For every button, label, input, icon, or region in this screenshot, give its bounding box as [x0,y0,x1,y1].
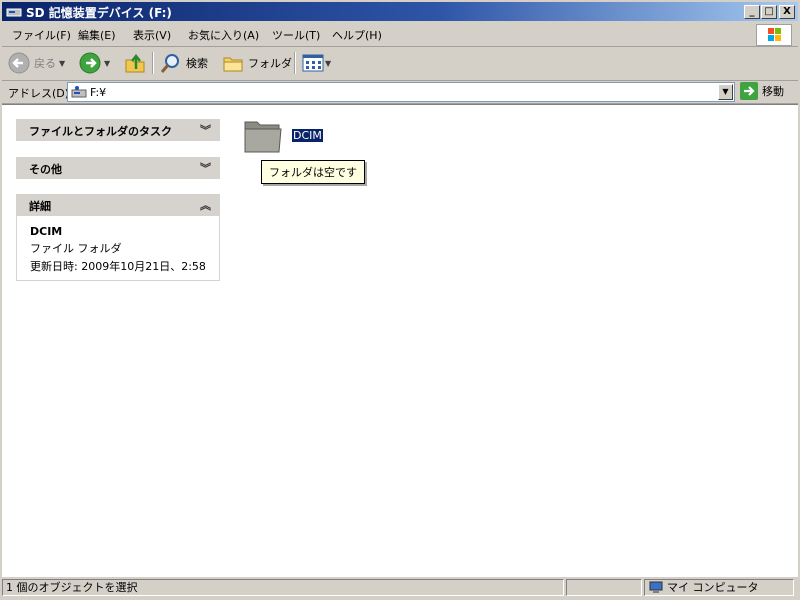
chevron-down-icon[interactable]: ︾ [200,122,211,138]
details-panel-title: 詳細 [29,200,51,213]
folder-item-dcim[interactable]: DCIM [242,116,332,158]
forward-button[interactable]: ▼ [79,51,110,75]
go-label: 移動 [762,85,784,98]
title-bar[interactable]: SD 記憶装置デバイス (F:) _ □ X [2,2,798,21]
view-grid-icon [302,54,324,72]
folder-up-icon [125,53,145,73]
other-panel-header[interactable]: その他 ︾ [16,157,220,179]
status-cell-empty [566,579,642,596]
computer-icon [649,581,663,593]
back-label: 戻る [34,57,56,70]
maximize-button[interactable]: □ [761,5,777,19]
folder-tooltip: フォルダは空です [261,160,365,184]
search-label: 検索 [186,57,208,70]
close-button[interactable]: X [779,5,795,19]
details-panel-body: DCIM ファイル フォルダ 更新日時: 2009年10月21日、2:58 [16,216,220,281]
menu-view[interactable]: 表示(V) [133,27,171,43]
menu-edit[interactable]: 編集(E) [78,27,116,43]
search-button[interactable]: 検索 [160,51,208,75]
back-arrow-icon [8,52,30,74]
toolbar: 戻る ▼ ▼ 検索 フォルダ ▼ [2,47,798,81]
tasks-panel-header[interactable]: ファイルとフォルダのタスク ︾ [16,119,220,141]
back-button[interactable]: 戻る ▼ [8,51,65,75]
status-zone-label: マイ コンピュータ [667,581,759,594]
menu-help[interactable]: ヘルプ(H) [332,27,382,43]
go-button[interactable]: 移動 [740,82,784,100]
chevron-down-icon[interactable]: ▼ [104,59,110,68]
menu-file[interactable]: ファイル(F) [12,27,71,43]
drive-icon [6,8,22,17]
views-button[interactable]: ▼ [302,51,331,75]
menu-tools[interactable]: ツール(T) [272,27,320,43]
toolbar-separator [294,52,296,74]
content-area: ファイルとフォルダのタスク ︾ その他 ︾ 詳細 ︽ DCIM ファイル フォル… [2,104,798,577]
status-bar: 1 個のオブジェクトを選択 マイ コンピュータ [2,577,798,598]
details-type: ファイル フォルダ [30,242,122,255]
details-panel: 詳細 ︽ DCIM ファイル フォルダ 更新日時: 2009年10月21日、2:… [16,194,220,281]
folders-label: フォルダ [248,57,292,70]
explorer-window: SD 記憶装置デバイス (F:) _ □ X ファイル(F) 編集(E) 表示(… [0,0,800,600]
go-arrow-icon [740,82,758,100]
chevron-down-icon[interactable]: ▼ [59,59,65,68]
status-zone: マイ コンピュータ [644,579,794,596]
address-dropdown-button[interactable]: ▼ [718,84,733,100]
address-value: F:¥ [90,86,107,99]
folder-icon [223,57,243,72]
menu-favorites[interactable]: お気に入り(A) [188,27,259,43]
chevron-up-icon[interactable]: ︽ [200,197,211,213]
details-name: DCIM [30,225,63,238]
tasks-panel-title: ファイルとフォルダのタスク [29,125,172,138]
folder-name-label: DCIM [292,129,323,142]
drive-icon [71,86,87,98]
windows-logo-icon [756,24,792,46]
address-input[interactable]: F:¥ ▼ [67,82,735,102]
chevron-down-icon[interactable]: ︾ [200,160,211,176]
details-modified: 更新日時: 2009年10月21日、2:58 [30,260,206,273]
other-panel: その他 ︾ [16,157,220,179]
status-selection: 1 個のオブジェクトを選択 [2,579,564,596]
address-bar: アドレス(D) F:¥ ▼ 移動 [2,81,798,104]
folders-button[interactable]: フォルダ [222,51,292,75]
up-folder-button[interactable] [124,51,146,75]
toolbar-separator [152,52,154,74]
details-panel-header[interactable]: 詳細 ︽ [16,194,220,216]
chevron-down-icon[interactable]: ▼ [325,59,331,68]
folder-icon [244,121,282,153]
window-title: SD 記憶装置デバイス (F:) [26,6,172,20]
forward-arrow-icon [79,52,101,74]
search-icon [160,54,179,73]
tasks-panel: ファイルとフォルダのタスク ︾ [16,119,220,141]
menu-bar: ファイル(F) 編集(E) 表示(V) お気に入り(A) ツール(T) ヘルプ(… [2,22,798,47]
other-panel-title: その他 [29,163,62,176]
address-label: アドレス(D) [8,87,70,100]
minimize-button[interactable]: _ [744,5,760,19]
